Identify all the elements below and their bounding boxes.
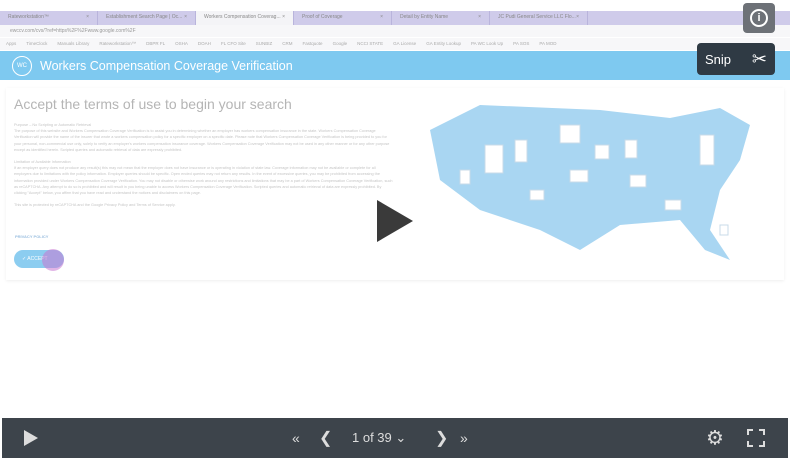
site-header: WC Workers Compensation Coverage Verific… <box>0 51 790 80</box>
browser-tab[interactable]: Proof of Coverage × <box>294 11 392 25</box>
bookmark-item[interactable]: CRM <box>282 41 292 47</box>
tab-label: Workers Compensation Coverag... <box>204 14 281 20</box>
close-icon[interactable]: × <box>380 14 383 22</box>
bookmark-item[interactable]: GA Entity Lookup <box>426 41 461 47</box>
bookmarks-bar: Apps TimeClock Manuals Library Rateworkstat… <box>0 38 790 50</box>
bookmark-item[interactable]: Rateworkstation™ <box>99 41 136 47</box>
video-frame: Rateworkstation™ × Establishment Search Pa… <box>0 0 790 418</box>
bookmark-item[interactable]: PA MOD <box>539 41 556 47</box>
page-title: Accept the terms of use to begin your se… <box>14 96 292 112</box>
bookmark-item[interactable]: FL CFO Site <box>221 41 246 47</box>
bookmark-item[interactable]: SUNBIZ <box>256 41 273 47</box>
section2-title: Limitation of Available Information <box>14 160 71 165</box>
address-bar[interactable]: ewccv.com/cvs/?ref=https%2F%2Fwww.google… <box>0 25 790 37</box>
scissors-icon: ✂ <box>751 48 767 69</box>
play-button[interactable] <box>24 430 38 446</box>
bookmark-item[interactable]: Fastquote <box>303 41 323 47</box>
browser-tab-strip: Rateworkstation™ × Establishment Search Pa… <box>0 11 790 25</box>
fullscreen-icon[interactable] <box>746 428 766 448</box>
close-icon[interactable]: × <box>478 14 481 22</box>
privacy-policy-link[interactable]: PRIVACY POLICY <box>15 234 48 239</box>
us-map-illustration <box>430 105 750 260</box>
browser-tab[interactable]: Establishment Search Page | Oc... × <box>98 11 196 25</box>
recaptcha-notice: This site is protected by reCAPTCHA and … <box>14 203 176 208</box>
next-page-button[interactable]: ❯ <box>435 428 448 448</box>
section2-text: If an employer query does not produce an… <box>14 166 393 196</box>
section1-title: Purpose – No Scripting or Automatic Retr… <box>14 123 92 127</box>
bookmark-item[interactable]: PA SOS <box>513 41 529 47</box>
bookmark-item[interactable]: Apps <box>6 41 16 47</box>
snip-label: Snip <box>705 51 732 67</box>
chevron-down-icon: ⌄ <box>395 430 407 445</box>
close-icon[interactable]: × <box>184 14 187 22</box>
player-control-bar: « ❮ 1 of 39 ⌄ ❯ » ⚙ <box>2 418 788 458</box>
page-indicator[interactable]: 1 of 39 ⌄ <box>352 430 406 446</box>
site-title: Workers Compensation Coverage Verificati… <box>40 58 293 73</box>
site-logo: WC <box>12 55 32 76</box>
tab-label: Rateworkstation™ <box>8 14 49 20</box>
bookmark-item[interactable]: OSHA <box>175 41 188 47</box>
bookmark-item[interactable]: Google <box>333 41 348 47</box>
play-overlay-button[interactable] <box>377 200 413 242</box>
tab-label: Establishment Search Page | Oc... <box>106 14 183 20</box>
bookmark-item[interactable]: Manuals Library <box>57 41 89 47</box>
bookmark-item[interactable]: TimeClock <box>26 41 47 47</box>
tab-label: Detail by Entity Name <box>400 14 449 20</box>
first-page-button[interactable]: « <box>292 430 300 446</box>
bookmark-item[interactable]: DOAH <box>198 41 211 47</box>
close-icon[interactable]: × <box>282 14 285 22</box>
bookmark-item[interactable]: NCCI STATE <box>357 41 383 47</box>
info-button[interactable]: i <box>743 3 775 33</box>
page-number: 1 of 39 <box>352 430 392 445</box>
browser-tab[interactable]: Workers Compensation Coverag... × <box>196 11 294 25</box>
bookmark-item[interactable]: PA WC Look Up <box>471 41 503 47</box>
prev-page-button[interactable]: ❮ <box>319 428 332 448</box>
browser-tab[interactable]: Detail by Entity Name × <box>392 11 490 25</box>
tab-label: Proof of Coverage <box>302 14 343 20</box>
bookmark-item[interactable]: GA License <box>393 41 416 47</box>
close-icon[interactable]: × <box>86 14 89 22</box>
close-icon[interactable]: × <box>576 14 579 22</box>
gear-icon[interactable]: ⚙ <box>706 426 724 451</box>
section1-text: The purpose of this website and Workers … <box>14 129 390 152</box>
bookmark-item[interactable]: DBPR FL <box>146 41 165 47</box>
browser-tab[interactable]: Rateworkstation™ × <box>0 11 98 25</box>
accept-button[interactable]: ✓ ACCEPT <box>14 249 64 271</box>
last-page-button[interactable]: » <box>460 430 468 446</box>
info-icon: i <box>750 9 768 27</box>
browser-tab[interactable]: JC Pudi General Service LLC Flo... × <box>490 11 588 25</box>
terms-text: Purpose – No Scripting or Automatic Retr… <box>14 122 394 214</box>
tab-label: JC Pudi General Service LLC Flo... <box>498 14 576 20</box>
snip-button[interactable]: Snip ✂ <box>697 43 775 75</box>
